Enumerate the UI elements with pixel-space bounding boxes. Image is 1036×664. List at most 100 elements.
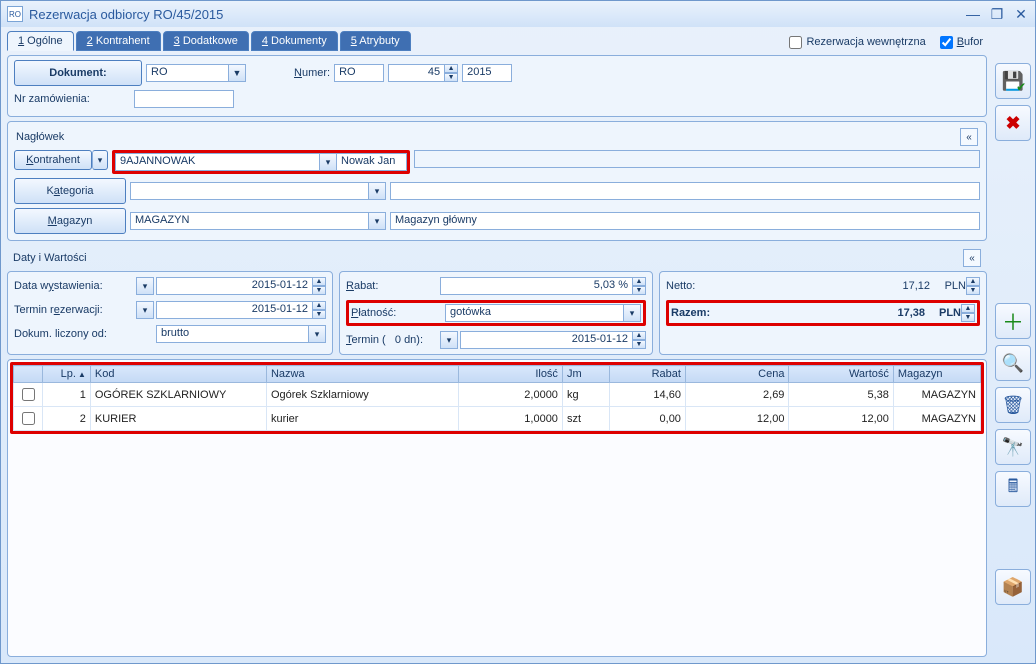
cell-rabat: 14,60 bbox=[610, 383, 686, 407]
collapse-button[interactable]: « bbox=[963, 249, 981, 267]
kontrahent-dropdown[interactable]: ▾ bbox=[92, 150, 108, 170]
kontrahent-button[interactable]: Kontrahent bbox=[14, 150, 92, 170]
col-magazyn[interactable]: Magazyn bbox=[893, 366, 980, 383]
delete-button[interactable]: 🗑 bbox=[995, 387, 1031, 423]
cell-ilosc: 1,0000 bbox=[458, 407, 562, 431]
chevron-down-icon[interactable]: ▾ bbox=[368, 182, 386, 200]
tab-dokumenty[interactable]: 4 Dokumenty bbox=[251, 31, 338, 51]
col-checkbox[interactable] bbox=[14, 366, 43, 383]
spin-down-icon[interactable]: ▼ bbox=[312, 286, 326, 295]
tab-atrybuty[interactable]: 5 Atrybuty bbox=[340, 31, 411, 51]
dokument-button[interactable]: Dokument: bbox=[14, 60, 142, 86]
chevron-down-icon[interactable]: ▾ bbox=[308, 325, 326, 343]
cell-jm: szt bbox=[562, 407, 609, 431]
numer-year-field[interactable]: 2015 bbox=[462, 64, 512, 82]
kontrahent-desc-field bbox=[414, 150, 980, 168]
add-item-button[interactable]: ＋ bbox=[995, 303, 1031, 339]
spin-up-icon[interactable]: ▲ bbox=[444, 64, 458, 73]
row-checkbox[interactable] bbox=[22, 388, 35, 401]
calculator-button[interactable]: 🖩 bbox=[995, 471, 1031, 507]
numer-label: Numer: bbox=[294, 67, 330, 79]
nr-zamowienia-label: Nr zamówienia: bbox=[14, 93, 130, 105]
minimize-button[interactable]: — bbox=[965, 7, 981, 21]
spin-up-icon[interactable]: ▲ bbox=[312, 277, 326, 286]
cell-lp: 2 bbox=[43, 407, 91, 431]
termin-rezerwacji-field[interactable]: 2015-01-12 bbox=[156, 301, 312, 319]
col-kod[interactable]: Kod bbox=[90, 366, 266, 383]
chevron-down-icon[interactable]: ▾ bbox=[623, 304, 641, 322]
data-wystawienia-field[interactable]: 2015-01-12 bbox=[156, 277, 312, 295]
totals-column: Netto: 17,12 PLN ▲▼ Razem: 17,38 PLN ▲▼ bbox=[659, 271, 987, 355]
spin-down-icon[interactable]: ▼ bbox=[966, 286, 980, 295]
search-button[interactable]: 🔍 bbox=[995, 345, 1031, 381]
table-row[interactable]: 2 KURIER kurier 1,0000 szt 0,00 12,00 12… bbox=[14, 407, 981, 431]
spin-down-icon[interactable]: ▼ bbox=[632, 340, 646, 349]
currency-label: PLN bbox=[929, 307, 961, 319]
daty-title: Daty i Wartości bbox=[13, 252, 87, 264]
close-button[interactable]: ✕ bbox=[1013, 7, 1029, 21]
tab-dodatkowe[interactable]: 3 Dodatkowe bbox=[163, 31, 249, 51]
col-wartosc[interactable]: Wartość bbox=[789, 366, 893, 383]
kontrahent-name-field[interactable]: Nowak Jan bbox=[337, 153, 407, 171]
numer-prefix-field[interactable]: RO bbox=[334, 64, 384, 82]
dokum-liczony-field[interactable]: brutto bbox=[156, 325, 308, 343]
chevron-down-icon[interactable]: ▾ bbox=[136, 277, 154, 295]
collapse-button[interactable]: « bbox=[960, 128, 978, 146]
col-jm[interactable]: Jm bbox=[562, 366, 609, 383]
tab-ogolne[interactable]: 1 Ogólne bbox=[7, 31, 74, 51]
chevron-down-icon[interactable]: ▾ bbox=[368, 212, 386, 230]
titlebar: RO Rezerwacja odbiorcy RO/45/2015 — ❐ ✕ bbox=[1, 1, 1035, 27]
col-ilosc[interactable]: Ilość bbox=[458, 366, 562, 383]
kategoria-button[interactable]: Kategoria bbox=[14, 178, 126, 204]
chevron-down-icon[interactable]: ▾ bbox=[136, 301, 154, 319]
chevron-down-icon[interactable]: ▾ bbox=[440, 331, 458, 349]
kategoria-desc-field[interactable] bbox=[390, 182, 980, 200]
rezerwacja-checkbox-input[interactable] bbox=[789, 36, 802, 49]
cancel-icon: ✖ bbox=[1005, 113, 1020, 134]
numer-value-field[interactable]: 45 bbox=[388, 64, 444, 82]
row-checkbox[interactable] bbox=[22, 412, 35, 425]
tab-kontrahent[interactable]: 2 Kontrahent bbox=[76, 31, 161, 51]
daty-panel: Daty i Wartości « Data wystawienia: ▾ 20… bbox=[7, 245, 987, 355]
find-button[interactable]: 🔭 bbox=[995, 429, 1031, 465]
col-rabat[interactable]: Rabat bbox=[610, 366, 686, 383]
termin-field[interactable]: 2015-01-12 bbox=[460, 331, 632, 349]
data-wystawienia-label: Data wystawienia: bbox=[14, 280, 132, 292]
kontrahent-code-field[interactable]: 9AJANNOWAK bbox=[115, 153, 319, 171]
spin-up-icon[interactable]: ▲ bbox=[312, 301, 326, 310]
maximize-button[interactable]: ❐ bbox=[989, 7, 1005, 21]
kategoria-field[interactable] bbox=[130, 182, 368, 200]
chevron-down-icon[interactable]: ▼ bbox=[228, 64, 246, 82]
discount-button[interactable]: 📦 bbox=[995, 569, 1031, 605]
spin-down-icon[interactable]: ▼ bbox=[632, 286, 646, 295]
spin-down-icon[interactable]: ▼ bbox=[312, 310, 326, 319]
table-row[interactable]: 1 OGÓREK SZKLARNIOWY Ogórek Szklarniowy … bbox=[14, 383, 981, 407]
save-button[interactable]: 💾✔ bbox=[995, 63, 1031, 99]
rabat-field[interactable]: 5,03 % bbox=[440, 277, 632, 295]
spin-down-icon[interactable]: ▼ bbox=[961, 313, 975, 322]
col-cena[interactable]: Cena bbox=[685, 366, 789, 383]
platnosc-field[interactable]: gotówka bbox=[445, 304, 623, 322]
grid-header-row: Lp.▲ Kod Nazwa Ilość Jm Rabat Cena Warto… bbox=[14, 366, 981, 383]
bufor-checkbox-input[interactable] bbox=[940, 36, 953, 49]
spin-down-icon[interactable]: ▼ bbox=[444, 73, 458, 82]
magazyn-code-field[interactable]: MAGAZYN bbox=[130, 212, 368, 230]
rezerwacja-wewnetrzna-checkbox[interactable]: Rezerwacja wewnętrzna bbox=[789, 36, 925, 49]
spin-up-icon[interactable]: ▲ bbox=[632, 331, 646, 340]
magazyn-button[interactable]: Magazyn bbox=[14, 208, 126, 234]
nr-zamowienia-field[interactable] bbox=[134, 90, 234, 108]
col-nazwa[interactable]: Nazwa bbox=[266, 366, 458, 383]
cell-lp: 1 bbox=[43, 383, 91, 407]
calculator-icon: 🖩 bbox=[1008, 474, 1019, 504]
spin-up-icon[interactable]: ▲ bbox=[632, 277, 646, 286]
cancel-button[interactable]: ✖ bbox=[995, 105, 1031, 141]
spin-up-icon[interactable]: ▲ bbox=[966, 277, 980, 286]
dokument-combo[interactable]: RO bbox=[146, 64, 228, 82]
cell-magazyn: MAGAZYN bbox=[893, 383, 980, 407]
magazyn-desc-field[interactable]: Magazyn główny bbox=[390, 212, 980, 230]
spin-up-icon[interactable]: ▲ bbox=[961, 304, 975, 313]
binoculars-icon: 🔭 bbox=[1002, 437, 1024, 458]
chevron-down-icon[interactable]: ▾ bbox=[319, 153, 337, 171]
col-lp[interactable]: Lp.▲ bbox=[43, 366, 91, 383]
bufor-checkbox[interactable]: Bufor bbox=[940, 36, 983, 49]
